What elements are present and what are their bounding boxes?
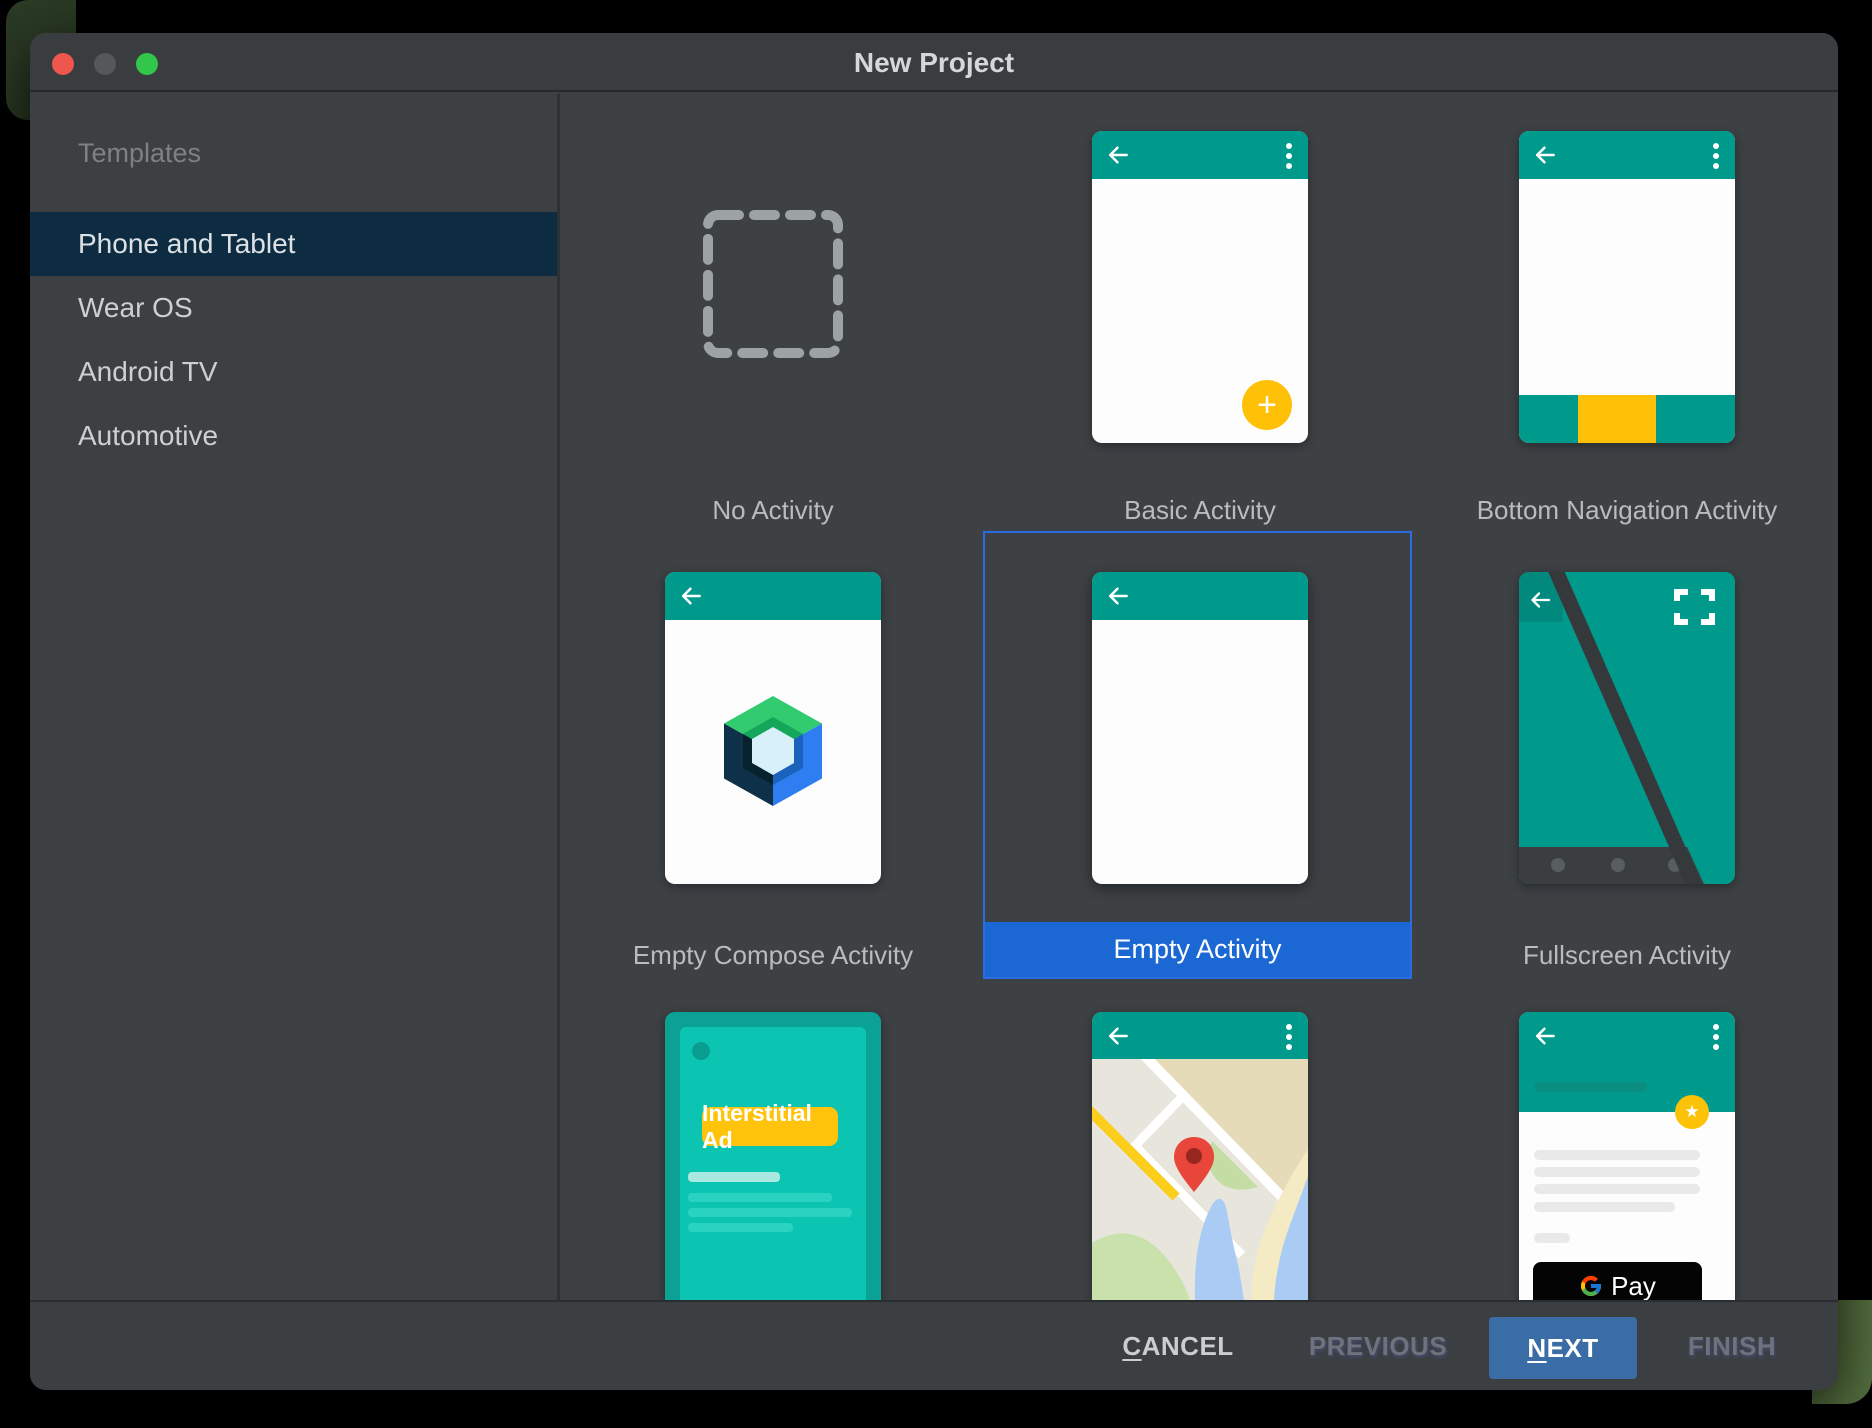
google-pay-label: Pay [1611, 1270, 1656, 1301]
skeleton-line [1534, 1150, 1700, 1160]
skeleton-line [1534, 1233, 1570, 1243]
skeleton-line [688, 1208, 852, 1217]
template-label-no-activity: No Activity [712, 495, 834, 525]
overflow-menu-icon [1713, 143, 1719, 169]
google-maps-activity-thumbnail[interactable] [1092, 1012, 1308, 1300]
back-arrow-icon [681, 587, 701, 605]
next-button[interactable]: N EXT [1489, 1317, 1637, 1379]
template-label-empty-activity: Empty Activity [985, 922, 1410, 977]
dialog-title: New Project [853, 47, 1015, 78]
sidebar-item-automotive[interactable]: Automotive [30, 404, 557, 468]
sidebar-item-label: Wear OS [78, 292, 193, 323]
skeleton-line [1534, 1082, 1647, 1092]
overflow-menu-icon [1286, 1024, 1292, 1050]
camera-dot-icon [692, 1042, 710, 1060]
previous-button[interactable]: PREVIOUS [1295, 1302, 1461, 1390]
app-bar [1092, 1012, 1308, 1059]
jetpack-compose-logo-icon [724, 696, 822, 811]
new-project-dialog: New Project Templates Phone and Tablet W… [30, 33, 1838, 1390]
template-label-bottom-navigation-activity: Bottom Navigation Activity [1476, 495, 1778, 525]
google-pay-button: Pay [1533, 1262, 1702, 1300]
fullscreen-preview-graphic [1519, 572, 1735, 884]
google-admob-ads-activity-thumbnail[interactable]: Interstitial Ad [665, 1012, 881, 1300]
bottom-navigation-activity-thumbnail[interactable] [1519, 131, 1735, 443]
sidebar-item-phone-and-tablet[interactable]: Phone and Tablet [30, 212, 557, 276]
sidebar-item-label: Android TV [78, 356, 218, 387]
back-arrow-icon [1108, 587, 1128, 605]
app-bar [1519, 131, 1735, 179]
fullscreen-activity-thumbnail[interactable] [1519, 572, 1735, 884]
dialog-button-bar: C ANCEL PREVIOUS N EXT FINISH [30, 1300, 1838, 1390]
google-g-icon [1581, 1276, 1602, 1296]
template-label-basic-activity: Basic Activity [1124, 495, 1276, 525]
sidebar-item-label: Phone and Tablet [78, 228, 296, 259]
ad-screen: Interstitial Ad [680, 1027, 866, 1300]
bottom-nav-bar [1519, 395, 1735, 443]
app-bar [1092, 572, 1308, 620]
app-bar [1519, 1012, 1735, 1112]
no-activity-thumbnail[interactable] [703, 210, 843, 363]
templates-sidebar: Templates Phone and Tablet Wear OS Andro… [30, 94, 557, 1300]
back-arrow-icon [1108, 146, 1128, 164]
interstitial-ad-badge: Interstitial Ad [702, 1100, 838, 1153]
sidebar-header: Templates [78, 138, 202, 168]
back-arrow-icon [1535, 146, 1555, 164]
basic-activity-thumbnail[interactable]: + [1092, 131, 1308, 443]
template-label-empty-compose-activity: Empty Compose Activity [632, 940, 914, 970]
app-bar [1092, 131, 1308, 179]
sidebar-item-android-tv[interactable]: Android TV [30, 340, 557, 404]
empty-activity-selected-cell[interactable]: Empty Activity [983, 531, 1412, 979]
skeleton-line [1534, 1184, 1700, 1194]
skeleton-line [688, 1193, 832, 1202]
fab-add-icon: + [1242, 380, 1292, 430]
dashed-square-icon [703, 210, 843, 358]
map-preview-graphic [1092, 1059, 1308, 1300]
skeleton-line [688, 1223, 793, 1232]
skeleton-line [688, 1172, 780, 1182]
empty-activity-thumbnail[interactable] [1092, 572, 1308, 884]
overflow-menu-icon [1713, 1024, 1719, 1050]
empty-compose-activity-thumbnail[interactable] [665, 572, 881, 884]
title-bar: New Project [30, 33, 1838, 92]
sidebar-item-wear-os[interactable]: Wear OS [30, 276, 557, 340]
star-fab-icon: ★ [1675, 1095, 1709, 1129]
sidebar-item-label: Automotive [78, 420, 219, 451]
template-label-fullscreen-activity: Fullscreen Activity [1522, 940, 1732, 970]
template-gallery: No Activity + Basic Activity Bottom Navi… [560, 94, 1838, 1300]
skeleton-line [1534, 1202, 1675, 1212]
app-bar [665, 572, 881, 620]
overflow-menu-icon [1286, 143, 1292, 169]
cancel-button[interactable]: C ANCEL [1096, 1302, 1260, 1390]
google-pay-activity-thumbnail[interactable]: ★ Pay [1519, 1012, 1735, 1300]
skeleton-line [1534, 1167, 1700, 1177]
finish-button[interactable]: FINISH [1652, 1302, 1812, 1390]
back-arrow-icon [1535, 1027, 1555, 1045]
back-arrow-icon [1108, 1027, 1128, 1045]
